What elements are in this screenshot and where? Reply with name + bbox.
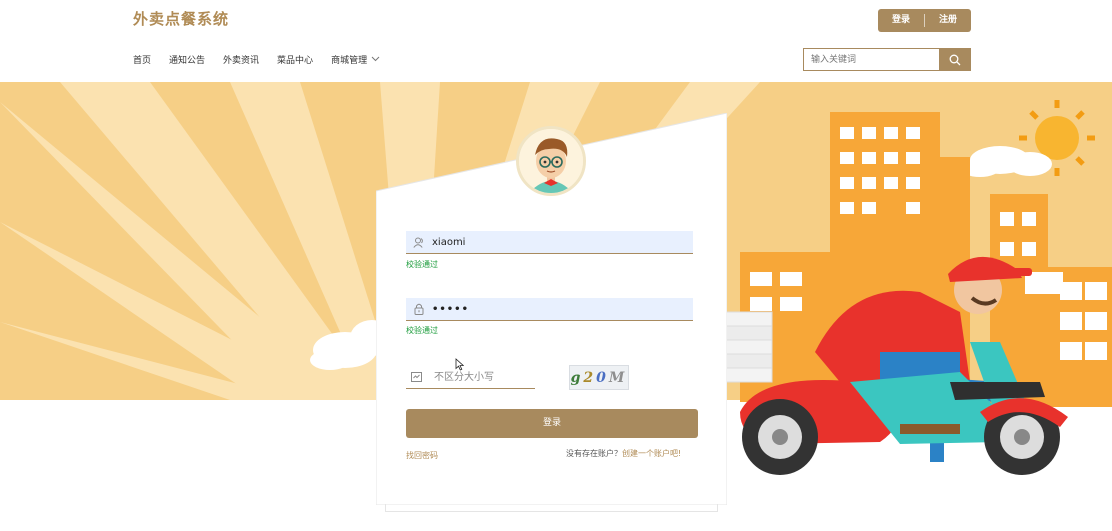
login-submit-button[interactable]: 登录 [406, 409, 698, 438]
register-prompt-text: 没有存在账户？ [566, 449, 622, 458]
captcha-char: 0 [596, 369, 609, 386]
captcha-char: M [608, 369, 628, 386]
delivery-rider-image [721, 100, 1112, 475]
captcha-image[interactable]: g 2 0 M [569, 365, 629, 390]
avatar [516, 126, 586, 196]
delivery-illustration [700, 82, 1112, 502]
search-bar [803, 48, 971, 71]
captcha-icon [406, 372, 426, 382]
register-prompt: 没有存在账户？创建一个账户吧! [566, 448, 681, 459]
captcha-char: g [570, 369, 584, 386]
nav-item-shop-manage-label: 商城管理 [331, 56, 368, 66]
nav-item-news[interactable]: 外卖资讯 [223, 53, 259, 66]
password-validation-message: 校验通过 [406, 326, 438, 335]
captcha-input[interactable] [434, 366, 534, 388]
forgot-password-link[interactable]: 找回密码 [406, 450, 438, 461]
nav-item-home[interactable]: 首页 [133, 53, 151, 66]
search-input[interactable] [803, 48, 939, 71]
register-link-button[interactable]: 注册 [925, 9, 971, 32]
nav-item-dishes[interactable]: 菜品中心 [277, 53, 313, 66]
search-icon [949, 54, 961, 65]
username-input[interactable] [432, 231, 682, 253]
auth-button-group: 登录 注册 [878, 9, 971, 32]
lock-icon [406, 303, 432, 315]
avatar-image [519, 129, 583, 193]
search-button[interactable] [939, 48, 971, 71]
captcha-field [406, 366, 535, 389]
nav-item-notices[interactable]: 通知公告 [169, 53, 205, 66]
create-account-link[interactable]: 创建一个账户吧! [622, 449, 681, 458]
site-title: 外卖点餐系统 [133, 10, 230, 28]
login-link-button[interactable]: 登录 [878, 9, 924, 32]
username-validation-message: 校验通过 [406, 260, 438, 269]
password-input[interactable] [432, 298, 682, 320]
captcha-char: 2 [583, 369, 597, 386]
password-field [406, 298, 693, 321]
user-icon [406, 237, 432, 248]
username-field [406, 231, 693, 254]
chevron-down-icon [371, 55, 380, 64]
mouse-cursor-icon [455, 356, 465, 375]
nav-item-shop-manage[interactable]: 商城管理 [331, 53, 380, 66]
card-shadow-edge [385, 504, 718, 512]
main-nav: 首页 通知公告 外卖资讯 菜品中心 商城管理 [133, 53, 398, 66]
